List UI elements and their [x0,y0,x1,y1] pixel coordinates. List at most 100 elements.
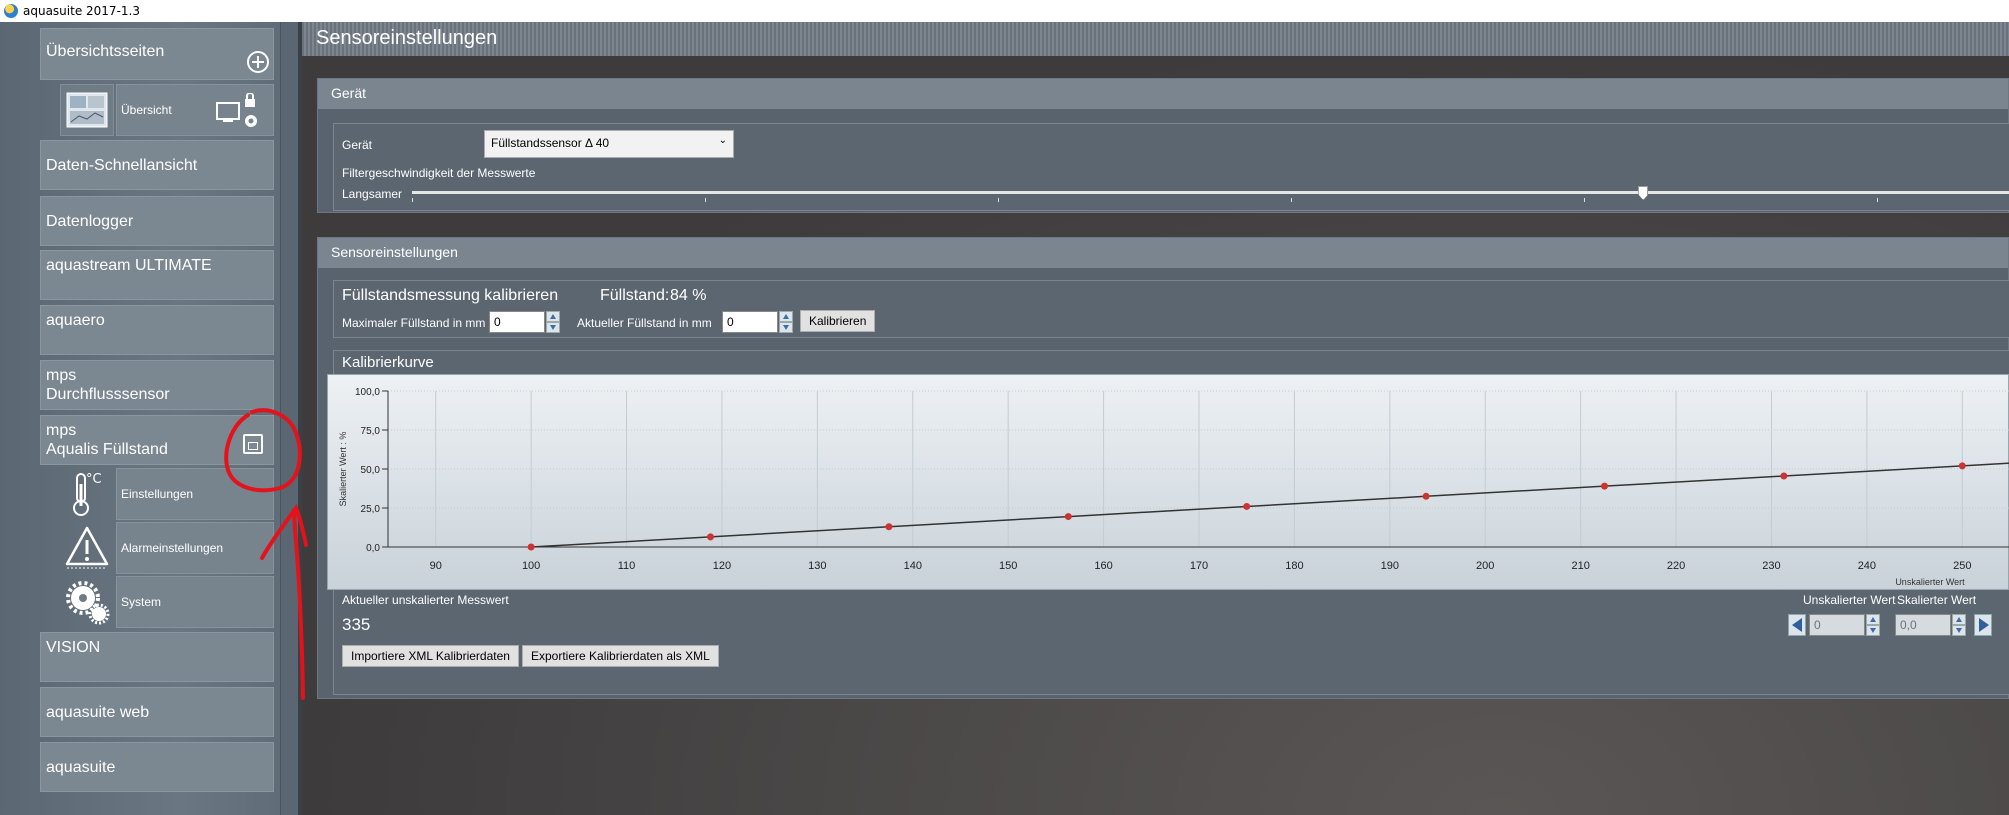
x-tick-label: 200 [1476,560,1494,572]
previous-point-button[interactable] [1788,614,1806,636]
sidebar-item-settings[interactable]: Einstellungen [116,468,274,520]
max-level-spinner[interactable] [546,311,560,333]
sidebar-item-quick-view[interactable]: Daten-Schnellansicht [40,140,274,190]
calibration-point [1064,513,1072,521]
sidebar-item-system[interactable]: System [116,576,274,628]
current-level-input[interactable]: 0 [722,311,778,333]
submenu-alarms-row[interactable]: Alarmeinstellungen [60,522,274,574]
overview-page-row[interactable]: Übersicht [60,84,274,136]
x-tick-label: 110 [618,560,636,572]
slider-tick [998,198,999,202]
sidebar-item-flow-sensor[interactable]: mps Durchflusssensor [40,360,274,410]
sidebar-scroll-rail[interactable] [280,22,300,815]
calibration-point [885,523,893,531]
slider-tick [412,198,413,202]
filter-speed-label: Filtergeschwindigkeit der Messwerte [342,166,536,180]
current-level-spinner[interactable] [779,311,793,333]
x-tick-label: 190 [1381,560,1399,572]
spin-down-icon[interactable] [546,322,560,333]
spin-up-icon[interactable] [546,311,560,322]
sidebar-item-aquastream[interactable]: aquastream ULTIMATE [40,250,274,300]
y-tick-label: 75,0 [361,426,381,437]
pc-settings-lock-icon[interactable] [215,92,265,131]
spin-down-icon[interactable] [1952,625,1966,636]
sidebar-item-aquasuite-web[interactable]: aquasuite web [40,687,274,737]
title-bar: aquasuite 2017-1.3 [0,0,2009,22]
scaled-spinner[interactable] [1952,614,1966,636]
max-level-input[interactable]: 0 [489,311,545,333]
x-tick-label: 230 [1762,560,1780,572]
x-tick-label: 140 [904,560,922,572]
sidebar-item-overview-pages[interactable]: Übersichtsseiten [40,28,274,80]
sidebar-item-overview[interactable]: Übersicht [116,84,274,136]
raw-value: 335 [342,615,371,634]
slider-track [412,191,2009,194]
sensor-settings-header: Sensoreinstellungen [318,238,2008,268]
x-tick-label: 100 [522,560,540,572]
scaled-header: Skalierter Wert [1897,593,1977,607]
spin-up-icon[interactable] [1866,614,1880,625]
export-xml-button[interactable]: Exportiere Kalibrierdaten als XML [522,645,719,667]
calibration-point [1422,492,1430,500]
chevron-down-icon: ⌄ [718,135,727,146]
spin-down-icon[interactable] [1866,625,1880,636]
current-level-label: Aktueller Füllstand in mm [577,316,712,330]
slider-thumb[interactable] [1638,186,1649,200]
y-tick-label: 50,0 [361,465,381,476]
calibrate-button[interactable]: Kalibrieren [800,310,876,332]
unscaled-spinner[interactable] [1866,614,1880,636]
gears-icon [60,576,114,628]
slider-tick [1291,198,1292,202]
sidebar-item-alarms[interactable]: Alarmeinstellungen [116,522,274,574]
level-label: Füllstand: [600,287,670,304]
sidebar-item-aqualis-level[interactable]: mps Aqualis Füllstand [40,415,274,465]
curve-title: Kalibrierkurve [342,354,434,371]
slower-label: Langsamer [342,187,403,201]
import-xml-button[interactable]: Importiere XML Kalibrierdaten [342,645,519,667]
calibration-point [527,543,535,551]
sidebar-item-aquaero[interactable]: aquaero [40,305,274,355]
x-tick-label: 250 [1953,560,1971,572]
sidebar: Übersichtsseiten Übersicht Daten-Schnell… [0,22,302,815]
slider-tick [705,198,706,202]
slider-tick [1877,198,1878,202]
x-axis-label: Unskalierter Wert [1895,577,1965,587]
submenu-settings-row[interactable]: °C Einstellungen [60,468,274,520]
calibration-point [1243,502,1251,510]
x-tick-label: 120 [713,560,731,572]
spin-up-icon[interactable] [779,311,793,322]
scaled-value-input[interactable]: 0,0 [1895,614,1951,636]
page-header: Sensoreinstellungen [302,22,2009,56]
filter-speed-slider[interactable] [412,186,2009,206]
calibration-point [1601,482,1608,490]
overview-thumbnail-icon [60,84,114,136]
device-panel: Gerät Füllstandssensor Δ 40 ⌄ Filtergesc… [333,123,2009,211]
calibration-point [1780,472,1788,480]
next-point-button[interactable] [1974,614,1992,636]
sidebar-item-vision[interactable]: VISION [40,632,274,682]
y-tick-label: 100,0 [355,387,380,398]
x-tick-label: 150 [999,560,1017,572]
sidebar-item-aquasuite[interactable]: aquasuite [40,742,274,792]
thermometer-icon: °C [60,468,114,520]
warning-icon [60,522,114,574]
x-tick-label: 180 [1285,560,1303,572]
x-tick-label: 170 [1190,560,1208,572]
sidebar-item-datalogger[interactable]: Datenlogger [40,196,274,246]
submenu-system-row[interactable]: System [60,576,274,628]
x-tick-label: 130 [808,560,826,572]
calibrate-title: Füllstandsmessung kalibrieren [342,287,559,304]
save-icon[interactable] [243,434,263,454]
page-title: Sensoreinstellungen [316,27,498,49]
calibration-point [706,533,714,541]
spin-up-icon[interactable] [1952,614,1966,625]
add-page-icon[interactable] [247,51,269,73]
window-title: aquasuite 2017-1.3 [23,4,140,18]
calibration-chart[interactable]: 90 100 110 120 130 140 150 160 170 180 190 200 210 22… [327,374,2009,590]
x-tick-label: 240 [1858,560,1876,572]
unscaled-value-input[interactable]: 0 [1809,614,1865,636]
spin-down-icon[interactable] [779,322,793,333]
device-select[interactable]: Füllstandssensor Δ 40 ⌄ [484,130,734,158]
x-tick-label: 220 [1667,560,1685,572]
unscaled-header: Unskalierter Wert [1803,593,1896,607]
